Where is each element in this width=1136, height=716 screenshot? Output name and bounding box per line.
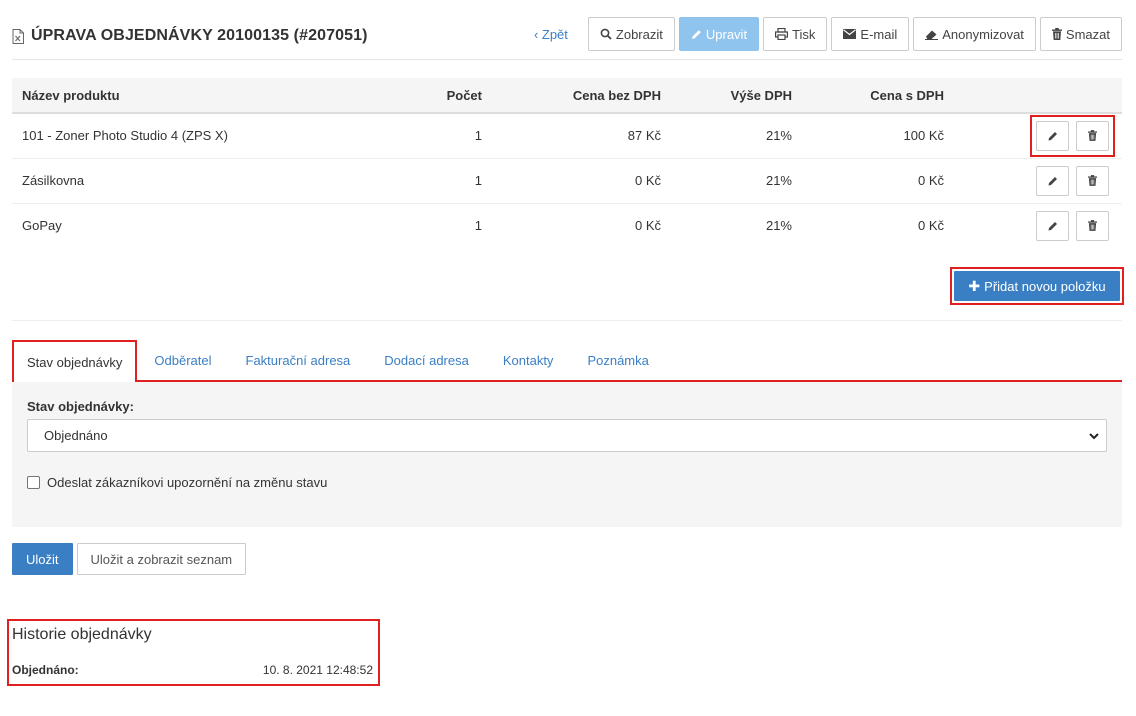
delete-item-button[interactable]: [1076, 120, 1109, 151]
view-button-label: Zobrazit: [615, 26, 663, 42]
add-item-label: Přidat novou položku: [984, 278, 1106, 294]
pencil-icon: [1048, 131, 1057, 141]
row-action-group: [1033, 163, 1112, 199]
column-header-price: Cena bez DPH: [492, 78, 671, 114]
row-action-group: [1030, 114, 1115, 157]
print-button[interactable]: Tisk: [763, 17, 828, 51]
column-header-vat: Výše DPH: [671, 78, 802, 114]
tab-order-status[interactable]: Stav objednávky: [12, 340, 138, 382]
anonymize-button-label: Anonymizovat: [942, 26, 1024, 42]
plus-icon: ✚: [968, 277, 981, 294]
page-title: ÚPRAVA OBJEDNÁVKY 20100135 (#207051): [31, 27, 368, 44]
toolbar: ‹ Zpět Zobrazit Upravit Tisk E-mail Anon…: [534, 17, 1122, 51]
item-vat: 21%: [671, 113, 802, 159]
tab-shipping-address[interactable]: Dodací adresa: [367, 340, 486, 380]
item-price: 87 Kč: [492, 113, 671, 159]
order-tabs: Stav objednávky Odběratel Fakturační adr…: [12, 340, 1122, 382]
order-history: Historie objednávky Objednáno: 10. 8. 20…: [7, 619, 380, 686]
print-button-label: Tisk: [792, 26, 816, 42]
page-header: ÚPRAVA OBJEDNÁVKY 20100135 (#207051) ‹ Z…: [12, 17, 1122, 60]
notify-customer-label: Odeslat zákazníkovi upozornění na změnu …: [47, 475, 328, 490]
item-total: 0 Kč: [917, 218, 944, 234]
edit-item-button[interactable]: [1036, 165, 1069, 196]
item-price: 0 Kč: [634, 218, 661, 234]
order-status-panel: Stav objednávky: Objednáno Odeslat zákaz…: [12, 382, 1122, 527]
edit-button-label: Upravit: [705, 26, 748, 42]
trash-icon: [1088, 175, 1097, 186]
order-status-select[interactable]: Objednáno: [27, 419, 1107, 452]
item-name: 101 - Zoner Photo Studio 4 (ZPS X): [12, 113, 412, 159]
add-item-button[interactable]: ✚ Přidat novou položku: [954, 271, 1120, 301]
view-button[interactable]: Zobrazit: [587, 17, 675, 51]
item-price: 0 Kč: [492, 158, 671, 204]
pencil-icon: [1048, 176, 1057, 185]
pencil-icon: [691, 29, 701, 39]
section-divider: [12, 320, 1122, 321]
item-vat: 21%: [671, 158, 802, 204]
trash-icon: [1088, 130, 1097, 142]
edit-button[interactable]: Upravit: [678, 17, 760, 51]
item-qty: 1: [412, 158, 492, 204]
tab-customer[interactable]: Odběratel: [137, 340, 228, 380]
delete-item-button[interactable]: [1076, 165, 1109, 196]
row-action-group: [1033, 208, 1112, 244]
item-qty: 1: [412, 113, 492, 159]
item-actions: [954, 203, 1122, 248]
envelope-icon: [843, 29, 857, 39]
trash-icon: [1088, 220, 1097, 232]
delete-button[interactable]: Smazat: [1039, 17, 1122, 51]
tab-note[interactable]: Poznámka: [570, 340, 665, 380]
table-row: Zásilkovna 1 0 Kč 21% 0 Kč: [12, 158, 1122, 204]
item-name: GoPay: [22, 218, 62, 234]
item-qty: 1: [474, 218, 482, 234]
delete-item-button[interactable]: [1076, 210, 1109, 241]
save-actions: Uložit Uložit a zobrazit seznam: [12, 543, 247, 575]
save-button[interactable]: Uložit: [12, 543, 73, 575]
column-header-actions: [954, 78, 1122, 114]
item-vat: 21%: [765, 218, 792, 234]
item-name: Zásilkovna: [12, 158, 412, 204]
column-header-total: Cena s DPH: [802, 78, 954, 114]
edit-item-button[interactable]: [1036, 210, 1069, 241]
search-icon: [600, 28, 612, 40]
email-button-label: E-mail: [860, 26, 898, 42]
history-entry-value: 10. 8. 2021 12:48:52: [262, 663, 373, 677]
back-link[interactable]: ‹ Zpět: [534, 27, 568, 42]
eraser-icon: [925, 30, 939, 40]
item-total: 0 Kč: [802, 158, 954, 204]
notify-customer-row: Odeslat zákazníkovi upozornění na změnu …: [27, 475, 327, 490]
print-icon: [775, 28, 789, 40]
table-header-row: Název produktu Počet Cena bez DPH Výše D…: [12, 78, 1122, 114]
save-and-list-button[interactable]: Uložit a zobrazit seznam: [76, 543, 247, 575]
tab-contacts[interactable]: Kontakty: [486, 340, 571, 380]
document-icon: [12, 28, 24, 44]
item-actions: [954, 113, 1122, 159]
pencil-icon: [1048, 221, 1057, 231]
email-button[interactable]: E-mail: [831, 17, 910, 51]
column-header-qty: Počet: [412, 78, 492, 114]
table-row: GoPay 1 0 Kč 21% 0 Kč: [12, 203, 1122, 248]
column-header-name: Název produktu: [12, 78, 412, 114]
add-item-highlight: ✚ Přidat novou položku: [950, 267, 1124, 305]
anonymize-button[interactable]: Anonymizovat: [913, 17, 1036, 51]
notify-customer-checkbox[interactable]: [27, 476, 40, 489]
item-total: 100 Kč: [802, 113, 954, 159]
order-status-label: Stav objednávky:: [27, 399, 134, 414]
order-items-table: Název produktu Počet Cena bez DPH Výše D…: [12, 78, 1122, 248]
edit-item-button[interactable]: [1036, 120, 1069, 151]
table-row: 101 - Zoner Photo Studio 4 (ZPS X) 1 87 …: [12, 113, 1122, 159]
trash-icon: [1051, 28, 1062, 40]
title-wrap: ÚPRAVA OBJEDNÁVKY 20100135 (#207051): [12, 27, 368, 45]
order-status-selected: Objednáno: [44, 428, 108, 443]
delete-button-label: Smazat: [1065, 26, 1110, 42]
history-title: Historie objednávky: [12, 626, 152, 643]
item-actions: [954, 158, 1122, 204]
history-entry-label: Objednáno:: [12, 663, 79, 677]
chevron-down-icon: [1089, 433, 1099, 440]
tab-billing-address[interactable]: Fakturační adresa: [229, 340, 368, 380]
